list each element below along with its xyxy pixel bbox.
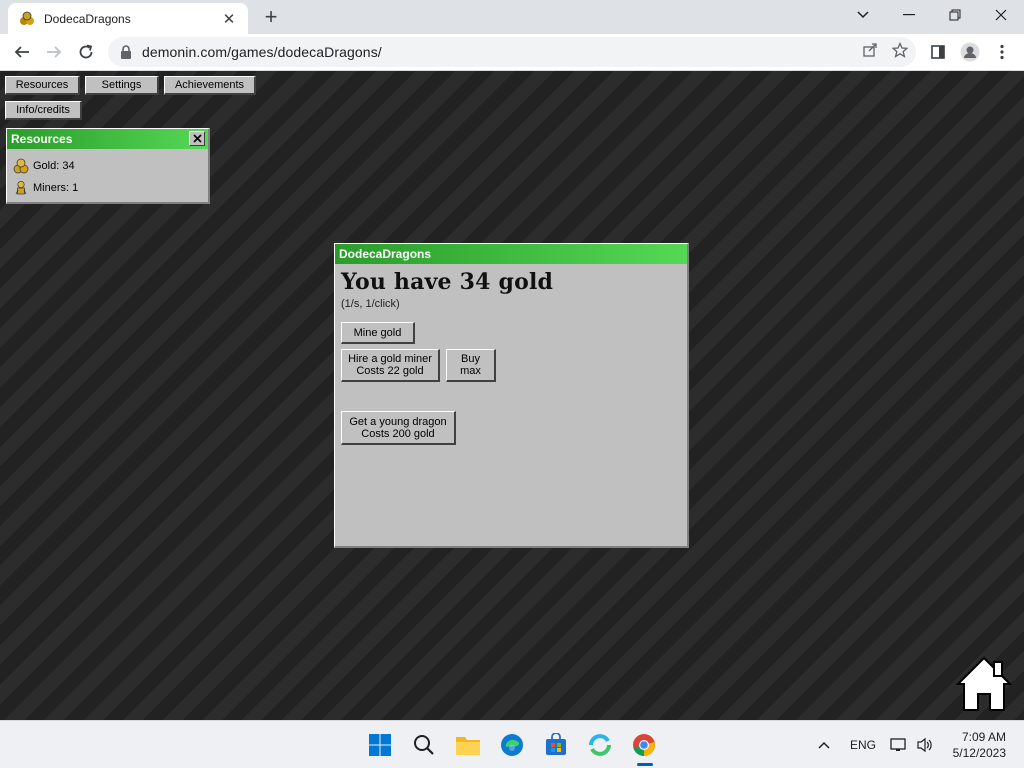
young-dragon-label: Get a young dragon [349, 415, 447, 428]
active-app-indicator [637, 763, 653, 766]
resources-panel-title: Resources [11, 132, 73, 146]
buy-max-line2: max [460, 365, 481, 377]
buy-max-line1: Buy [461, 353, 480, 365]
browser-tab-bar: DodecaDragons ✕ + [0, 0, 1024, 34]
clock-date: 5/12/2023 [952, 746, 1006, 760]
minimize-icon[interactable] [886, 0, 932, 30]
tab-close-icon[interactable]: ✕ [220, 10, 238, 28]
achievements-menu-button[interactable]: Achievements [164, 76, 256, 95]
miner-icon [13, 180, 29, 196]
young-dragon-cost: Costs 200 gold [361, 427, 435, 440]
file-explorer-icon[interactable] [452, 729, 484, 761]
bookmark-star-icon[interactable] [891, 41, 909, 62]
address-bar[interactable]: demonin.com/games/dodecaDragons/ [108, 37, 916, 67]
language-indicator[interactable]: ENG [850, 721, 876, 768]
gold-resource-row: Gold: 34 [7, 155, 208, 177]
close-window-icon[interactable] [978, 0, 1024, 30]
gold-heading: You have 34 gold [341, 269, 554, 295]
url-text: demonin.com/games/dodecaDragons/ [142, 44, 382, 60]
browser-toolbar: demonin.com/games/dodecaDragons/ [0, 34, 1024, 71]
browser-tab[interactable]: DodecaDragons ✕ [8, 3, 248, 34]
gold-rate-text: (1/s, 1/click) [341, 298, 400, 310]
hire-miner-cost: Costs 22 gold [356, 365, 424, 377]
main-window-titlebar[interactable]: DodecaDragons [335, 244, 687, 264]
clock-time: 7:09 AM [961, 730, 1006, 744]
profile-avatar-icon[interactable] [958, 40, 982, 64]
miners-amount: Miners: 1 [33, 182, 79, 194]
dragon-favicon-icon [18, 10, 36, 28]
back-arrow-icon[interactable] [8, 38, 36, 66]
miners-resource-row: Miners: 1 [7, 177, 208, 199]
taskbar-clock[interactable]: 7:09 AM 5/12/2023 [953, 729, 1006, 761]
mine-gold-label: Mine gold [353, 326, 402, 339]
tab-title: DodecaDragons [44, 11, 131, 26]
resources-panel-titlebar[interactable]: Resources [7, 129, 208, 149]
windows-taskbar: ENG 7:09 AM 5/12/2023 [0, 720, 1024, 768]
network-icon[interactable] [890, 721, 908, 768]
lock-icon [120, 45, 134, 59]
hire-miner-button[interactable]: Hire a gold miner Costs 22 gold [341, 349, 440, 382]
buy-max-button[interactable]: Buy max [446, 349, 496, 382]
edge-browser-icon[interactable] [496, 729, 528, 761]
new-tab-button[interactable]: + [258, 4, 284, 30]
windows-start-icon[interactable] [364, 729, 396, 761]
info-credits-menu-button[interactable]: Info/credits [5, 101, 82, 120]
main-window-title: DodecaDragons [339, 247, 432, 261]
mine-gold-button[interactable]: Mine gold [341, 322, 415, 344]
tab-search-icon[interactable] [840, 0, 886, 30]
restore-icon[interactable] [932, 0, 978, 30]
gold-coins-icon [13, 158, 29, 174]
volume-icon[interactable] [916, 721, 934, 768]
chrome-browser-icon[interactable] [628, 729, 660, 761]
hire-miner-label: Hire a gold miner [348, 353, 432, 365]
side-panel-icon[interactable] [926, 40, 950, 64]
main-game-window: DodecaDragons You have 34 gold (1/s, 1/c… [334, 243, 689, 548]
search-icon[interactable] [408, 729, 440, 761]
gold-amount: Gold: 34 [33, 160, 75, 172]
home-icon[interactable] [954, 654, 1014, 714]
share-icon[interactable] [862, 42, 878, 62]
close-panel-icon[interactable] [189, 131, 205, 146]
forward-arrow-icon[interactable] [40, 38, 68, 66]
show-hidden-icons-chevron-icon[interactable] [818, 721, 830, 768]
resources-menu-button[interactable]: Resources [5, 76, 80, 95]
reload-icon[interactable] [72, 38, 100, 66]
resources-panel: Resources Gold: 34 Miners: 1 [6, 128, 210, 204]
game-page: Resources Settings Achievements Info/cre… [0, 71, 1024, 720]
more-menu-icon[interactable] [990, 40, 1014, 64]
young-dragon-button[interactable]: Get a young dragon Costs 200 gold [341, 411, 456, 445]
sync-app-icon[interactable] [584, 729, 616, 761]
settings-menu-button[interactable]: Settings [85, 76, 159, 95]
microsoft-store-icon[interactable] [540, 729, 572, 761]
